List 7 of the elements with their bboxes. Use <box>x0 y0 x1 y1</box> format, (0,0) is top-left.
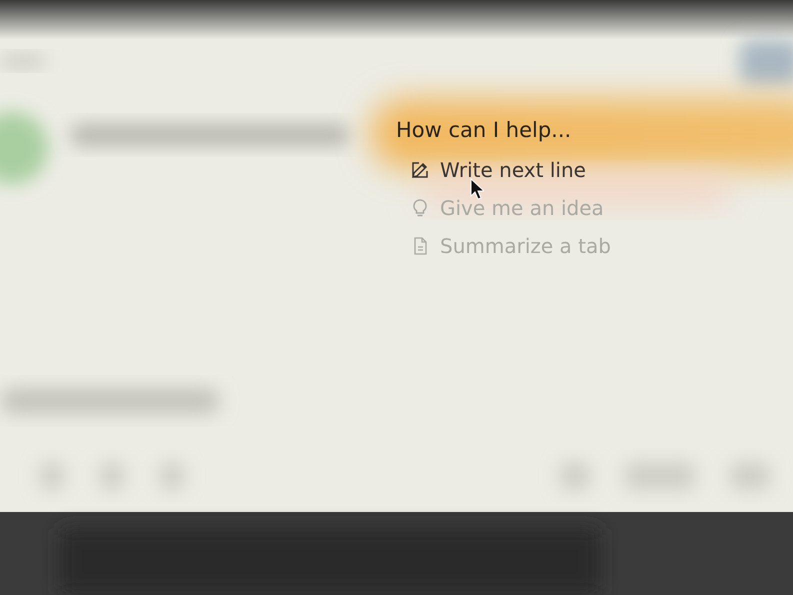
menu-item[interactable]: Summarize a tab <box>410 234 611 258</box>
cursor-icon <box>470 178 484 200</box>
menu-item[interactable]: Write next line <box>410 158 611 182</box>
prompt-title: How can I help... <box>396 118 572 142</box>
pencil-icon <box>410 160 430 180</box>
menu-item[interactable]: Give me an idea <box>410 196 611 220</box>
lightbulb-icon <box>410 198 430 218</box>
